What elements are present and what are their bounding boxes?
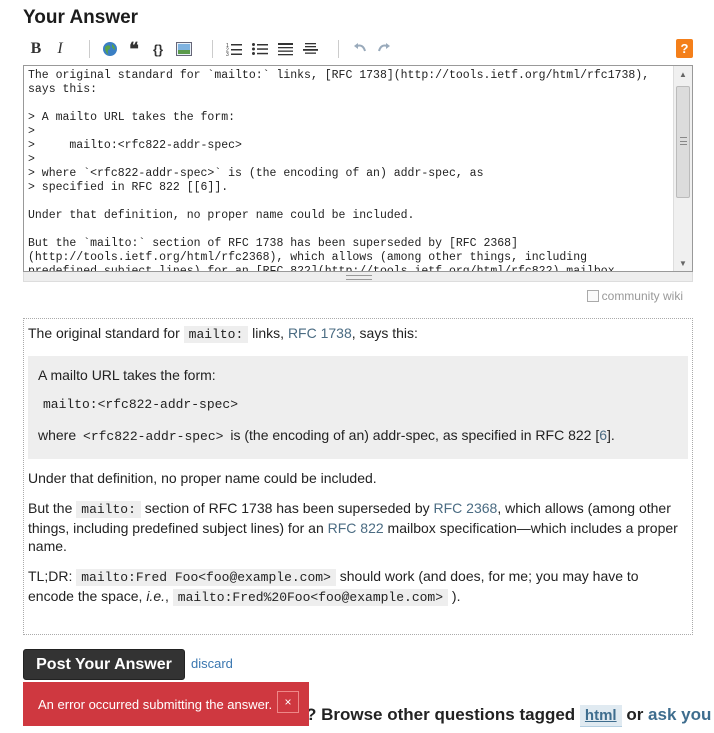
footer-text: ? Browse other questions tagged — [306, 705, 580, 724]
reference-6-link[interactable]: 6 — [599, 427, 607, 443]
grip-icon — [680, 137, 687, 145]
blockquote: A mailto URL takes the form: mailto:<rfc… — [28, 356, 688, 459]
numbered-list-button[interactable]: 123 — [225, 38, 243, 60]
help-icon: ? — [680, 41, 689, 56]
preview-text: section of RFC 1738 has been superseded … — [140, 500, 434, 516]
inline-code: mailto:Fred%20Foo<foo@example.com> — [172, 589, 449, 606]
globe-icon — [103, 42, 117, 56]
close-icon[interactable]: × — [277, 691, 299, 713]
undo-button[interactable] — [351, 38, 369, 60]
preview-emphasis: i.e. — [146, 588, 165, 604]
answer-preview: The original standard for mailto: links,… — [23, 318, 693, 635]
community-wiki-label: community wiki — [601, 289, 683, 303]
preview-text: ). — [448, 588, 461, 604]
italic-button[interactable]: I — [51, 38, 69, 60]
inline-code: mailto: — [76, 501, 141, 518]
inline-code: mailto:Fred Foo<foo@example.com> — [76, 569, 336, 586]
redo-button[interactable] — [375, 38, 393, 60]
preview-text: But the — [28, 500, 77, 516]
link-button[interactable] — [101, 38, 119, 60]
quote-icon: ❝ — [129, 38, 139, 59]
blockquote-button[interactable]: ❝ — [125, 38, 143, 60]
redo-icon — [378, 43, 390, 52]
preview-text: ]. — [607, 427, 615, 443]
code-icon: {} — [152, 41, 164, 57]
html-tag[interactable]: html — [579, 705, 622, 727]
preview-paragraph: TL;DR: mailto:Fred Foo<foo@example.com> … — [28, 567, 688, 607]
editor-scrollbar[interactable]: ▲ ▼ — [673, 66, 692, 271]
heading-icon — [277, 43, 293, 56]
toolbar-divider — [212, 40, 213, 58]
preview-text: is (the encoding of an) addr-spec, as sp… — [226, 427, 600, 443]
ordered-list-icon: 123 — [226, 43, 242, 56]
post-answer-button[interactable]: Post Your Answer — [23, 649, 185, 680]
editor-resize-handle[interactable] — [23, 272, 693, 282]
heading-button[interactable] — [276, 38, 294, 60]
image-button[interactable] — [175, 38, 193, 60]
rfc2368-link[interactable]: RFC 2368 — [434, 500, 498, 516]
preview-text: links, — [248, 325, 288, 341]
preview-text: where — [38, 427, 81, 443]
bulleted-list-button[interactable] — [251, 38, 269, 60]
preview-paragraph: But the mailto: section of RFC 1738 has … — [28, 499, 688, 555]
editor-toolbar: B I ❝ {} 123 ? — [23, 38, 693, 60]
ask-question-link[interactable]: ask you — [648, 705, 711, 724]
your-answer-heading: Your Answer — [23, 7, 139, 28]
rfc822-link[interactable]: RFC 822 — [328, 520, 384, 536]
inline-code: mailto: — [183, 326, 249, 343]
code-block: mailto:<rfc822-addr-spec> — [43, 397, 239, 412]
image-icon — [176, 42, 192, 56]
discard-link[interactable]: discard — [191, 656, 233, 671]
horizontal-rule-button[interactable] — [301, 38, 319, 60]
preview-text: The original standard for — [28, 325, 184, 341]
inline-code: <rfc822-addr-spec> — [83, 429, 224, 444]
footer-text: or — [621, 705, 649, 724]
quote-paragraph: A mailto URL takes the form: — [38, 367, 216, 383]
scroll-up-arrow-icon[interactable]: ▲ — [674, 66, 692, 82]
toolbar-divider — [338, 40, 339, 58]
answer-textarea[interactable]: The original standard for `mailto:` link… — [24, 66, 669, 271]
scroll-down-arrow-icon[interactable]: ▼ — [674, 255, 692, 271]
error-message: An error occurred submitting the answer. — [38, 696, 273, 712]
help-button[interactable]: ? — [676, 39, 693, 58]
svg-text:3: 3 — [226, 52, 229, 56]
unordered-list-icon — [252, 43, 268, 55]
horizontal-rule-icon — [302, 43, 318, 54]
preview-paragraph: The original standard for mailto: links,… — [28, 324, 688, 344]
preview-text: , — [165, 588, 173, 604]
code-button[interactable]: {} — [149, 38, 167, 60]
browse-questions-footer: ? Browse other questions tagged html or … — [306, 705, 711, 727]
undo-icon — [354, 43, 366, 52]
preview-text: TL;DR: — [28, 568, 77, 584]
rfc1738-link[interactable]: RFC 1738 — [288, 325, 352, 341]
preview-text: , says this: — [351, 325, 418, 341]
bold-button[interactable]: B — [27, 38, 45, 60]
scrollbar-thumb[interactable] — [676, 86, 690, 198]
answer-editor[interactable]: The original standard for `mailto:` link… — [23, 65, 693, 272]
community-wiki-checkbox[interactable] — [586, 290, 599, 302]
preview-paragraph: Under that definition, no proper name co… — [28, 470, 377, 486]
community-wiki-option[interactable]: community wiki — [586, 289, 683, 303]
error-toast: An error occurred submitting the answer.… — [23, 682, 309, 726]
toolbar-divider — [89, 40, 90, 58]
quote-paragraph: where <rfc822-addr-spec> is (the encodin… — [38, 426, 678, 446]
